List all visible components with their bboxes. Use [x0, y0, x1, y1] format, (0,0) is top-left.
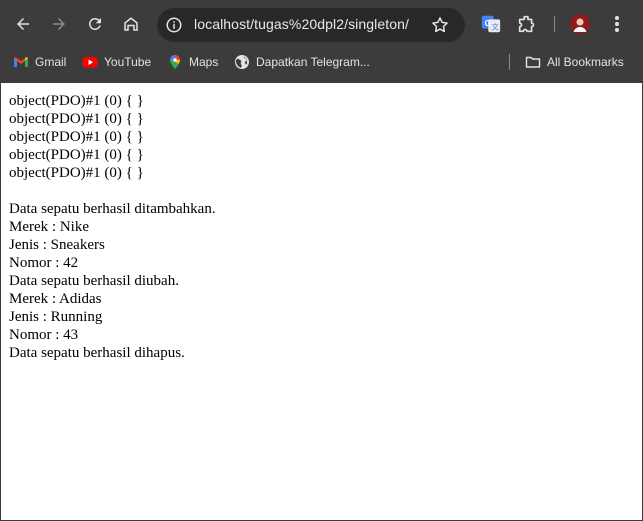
pdo-dump-line: object(PDO)#1 (0) { } [9, 93, 144, 109]
gmail-icon [14, 57, 28, 67]
bookmark-youtube[interactable]: YouTube [82, 52, 151, 72]
pdo-dump-line: object(PDO)#1 (0) { } [9, 165, 144, 181]
translate-icon[interactable]: G 文 [480, 13, 502, 35]
profile-avatar[interactable] [570, 14, 590, 34]
bookmark-gmail[interactable]: Gmail [13, 52, 66, 72]
home-button[interactable] [117, 10, 145, 38]
line-break [9, 182, 216, 200]
pdo-dump-line: object(PDO)#1 (0) { } [9, 129, 144, 145]
url-text[interactable]: localhost/tugas%20dpl2/singleton/ [194, 16, 409, 32]
bookmark-maps[interactable]: Maps [167, 52, 218, 72]
message-line: Merek : Nike [9, 219, 89, 235]
php-output: object(PDO)#1 (0) { } object(PDO)#1 (0) … [9, 92, 216, 362]
folder-icon [525, 56, 541, 68]
globe-icon [235, 55, 249, 69]
bookmark-star-icon[interactable] [430, 15, 450, 35]
message-line: Jenis : Sneakers [9, 237, 105, 253]
bookmarks-divider [509, 54, 510, 70]
pdo-dump-line: object(PDO)#1 (0) { } [9, 111, 144, 127]
bookmark-label: YouTube [104, 55, 152, 69]
toolbar-divider [554, 16, 555, 32]
browser-toolbar: localhost/tugas%20dpl2/singleton/ G 文 [0, 0, 643, 48]
all-bookmarks-button[interactable]: All Bookmarks [525, 52, 624, 72]
extensions-icon[interactable] [516, 13, 538, 35]
message-line: Jenis : Running [9, 309, 103, 325]
home-icon [124, 17, 138, 31]
bookmark-label: Gmail [35, 55, 67, 69]
bookmark-label: Dapatkan Telegram... [256, 55, 370, 69]
reload-button[interactable] [81, 10, 109, 38]
message-line: Data sepatu berhasil diubah. [9, 273, 179, 289]
site-info-icon[interactable] [165, 16, 183, 34]
more-menu-icon[interactable] [609, 13, 625, 35]
bookmark-label: Maps [189, 55, 219, 69]
message-line: Data sepatu berhasil ditambahkan. [9, 201, 216, 217]
address-bar[interactable]: localhost/tugas%20dpl2/singleton/ [157, 8, 465, 42]
message-line: Nomor : 43 [9, 327, 79, 343]
profile-avatar-icon [570, 14, 590, 34]
bookmark-telegram[interactable]: Dapatkan Telegram... [234, 52, 370, 72]
svg-text:G: G [485, 19, 491, 28]
reload-icon [89, 18, 101, 30]
svg-text:文: 文 [491, 23, 499, 32]
browser-chrome: localhost/tugas%20dpl2/singleton/ G 文 Gm… [0, 0, 643, 83]
message-line: Nomor : 42 [9, 255, 79, 271]
pdo-dump-line: object(PDO)#1 (0) { } [9, 147, 144, 163]
forward-button[interactable] [45, 10, 73, 38]
arrow-right-icon [53, 18, 65, 30]
page-viewport: object(PDO)#1 (0) { } object(PDO)#1 (0) … [0, 83, 643, 521]
message-line: Merek : Adidas [9, 291, 102, 307]
youtube-icon [82, 57, 98, 68]
maps-icon [170, 55, 180, 69]
message-line: Data sepatu berhasil dihapus. [9, 345, 185, 361]
back-button[interactable] [9, 10, 37, 38]
all-bookmarks-label: All Bookmarks [547, 55, 624, 69]
bookmarks-bar: Gmail YouTube Maps Dapatkan Telegram... … [0, 48, 643, 76]
arrow-left-icon [17, 18, 29, 30]
